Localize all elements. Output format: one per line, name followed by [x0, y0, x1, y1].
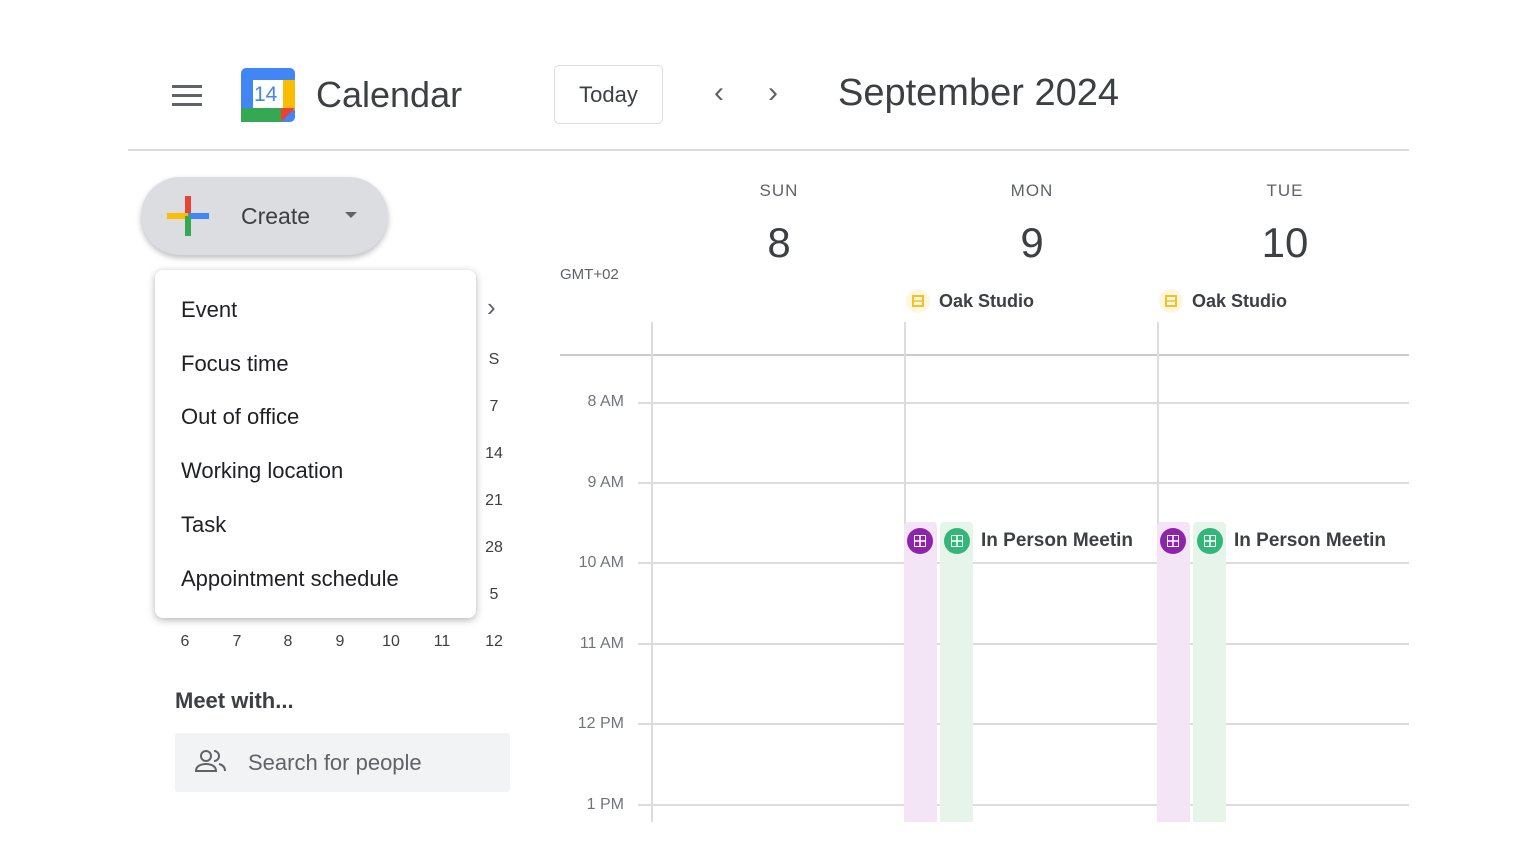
calendar-logo: 14 — [241, 68, 295, 122]
header-divider — [128, 149, 1409, 151]
working-location-tue[interactable]: Oak Studio — [1192, 291, 1287, 312]
menu-item-appointment-schedule[interactable]: Appointment schedule — [181, 566, 399, 592]
event-title-tue[interactable]: In Person Meetin — [1234, 530, 1387, 552]
event-purple-mon[interactable] — [904, 522, 937, 822]
time-label: 1 PM — [586, 796, 624, 813]
menu-item-working-location[interactable]: Working location — [181, 458, 343, 484]
app-title: Calendar — [316, 74, 463, 115]
grid-icon — [907, 528, 933, 554]
grid-icon — [1160, 528, 1186, 554]
all-day-divider — [560, 354, 1409, 356]
event-title-mon[interactable]: In Person Meetin — [981, 530, 1134, 552]
building-icon — [1159, 289, 1183, 313]
grid-icon — [1197, 528, 1223, 554]
prev-week-chevron-left-icon[interactable]: ‹ — [714, 76, 724, 110]
menu-item-task[interactable]: Task — [181, 512, 226, 538]
hour-line — [638, 402, 1409, 404]
time-label: 8 AM — [587, 393, 624, 410]
mini-cal-next-chevron-right-icon[interactable]: › — [487, 292, 496, 323]
day-number-8[interactable]: 8 — [729, 219, 829, 267]
time-label: 10 AM — [578, 554, 624, 571]
plus-icon — [167, 196, 209, 236]
event-green-mon[interactable] — [940, 522, 973, 822]
time-label: 12 PM — [577, 715, 624, 732]
event-purple-tue[interactable] — [1157, 522, 1190, 822]
current-month: September 2024 — [838, 72, 1119, 114]
column-divider — [651, 322, 653, 822]
day-header-sun: SUN — [759, 181, 799, 200]
building-icon — [906, 289, 930, 313]
dropdown-arrow-icon — [345, 212, 357, 218]
hour-line — [638, 643, 1409, 645]
today-button[interactable]: Today — [554, 65, 663, 124]
menu-item-event[interactable]: Event — [181, 297, 237, 323]
time-label: 11 AM — [579, 635, 624, 652]
hour-line — [638, 804, 1409, 806]
hour-line — [638, 723, 1409, 725]
next-week-chevron-right-icon[interactable]: › — [768, 76, 778, 110]
event-green-tue[interactable] — [1193, 522, 1226, 822]
timezone-label: GMT+02 — [560, 266, 619, 283]
people-icon — [195, 750, 226, 772]
working-location-mon[interactable]: Oak Studio — [939, 291, 1034, 312]
time-label: 9 AM — [587, 474, 624, 491]
grid-icon — [944, 528, 970, 554]
create-menu: Event Focus time Out of office Working l… — [155, 270, 476, 618]
day-header-tue: TUE — [1266, 181, 1304, 200]
menu-item-out-of-office[interactable]: Out of office — [181, 404, 299, 430]
day-number-9[interactable]: 9 — [982, 219, 1082, 267]
main-menu-button[interactable] — [172, 85, 202, 112]
hour-line — [638, 482, 1409, 484]
hour-line — [638, 562, 1409, 564]
menu-item-focus-time[interactable]: Focus time — [181, 351, 289, 377]
day-number-10[interactable]: 10 — [1235, 219, 1335, 267]
day-header-mon: MON — [1010, 181, 1054, 200]
search-people-input[interactable]: Search for people — [175, 733, 510, 792]
meet-with-heading: Meet with... — [175, 688, 294, 713]
create-button[interactable]: Create — [141, 177, 388, 255]
